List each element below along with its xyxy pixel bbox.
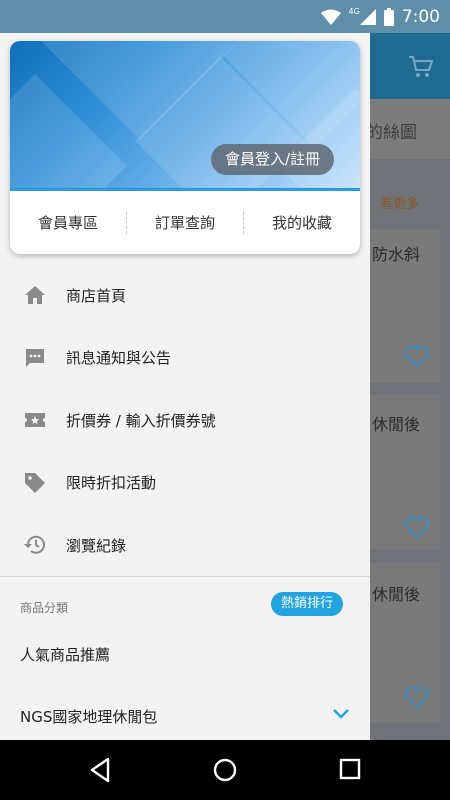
background-app: 的絲圖 看更多 防水斜 休閒後 休閒後	[370, 33, 450, 740]
login-register-button[interactable]: 會員登入/註冊	[210, 144, 334, 175]
menu-item-flash-sale[interactable]: 限時折扣活動	[0, 452, 370, 515]
menu-item-label: 瀏覽紀錄	[66, 536, 127, 555]
recents-icon[interactable]	[339, 757, 361, 781]
category-item-popular[interactable]: 人氣商品推薦	[20, 644, 110, 665]
order-query-link[interactable]: 訂單查詢	[127, 212, 243, 233]
system-nav-bar	[0, 740, 450, 800]
signal-icon	[359, 8, 376, 25]
message-icon	[22, 345, 48, 371]
network-type: 4G	[348, 7, 360, 16]
status-time: 7:00	[401, 6, 440, 27]
menu-item-browse-history[interactable]: 瀏覽紀錄	[0, 514, 370, 577]
divider	[0, 576, 370, 577]
category-item-ngs[interactable]: NGS國家地理休閒包	[20, 706, 157, 727]
menu-item-coupons[interactable]: 折價券 / 輸入折價券號	[0, 389, 370, 452]
background-app-bar	[370, 33, 450, 99]
history-icon	[22, 532, 48, 558]
navigation-drawer: 會員登入/註冊 會員專區 訂單查詢 我的收藏 商店首頁 訊息通知與公告 折價券 …	[0, 33, 370, 740]
chevron-down-icon[interactable]	[332, 708, 350, 720]
heart-icon	[404, 686, 430, 709]
battery-icon	[383, 7, 394, 26]
quick-links: 會員專區 訂單查詢 我的收藏	[10, 191, 360, 254]
heart-icon	[404, 345, 430, 368]
drawer-menu: 商店首頁 訊息通知與公告 折價券 / 輸入折價券號 限時折扣活動 瀏覽紀錄	[0, 264, 370, 577]
status-icons: 4G 7:00	[320, 0, 440, 33]
menu-item-store-home[interactable]: 商店首頁	[0, 264, 370, 327]
background-more-link: 看更多	[380, 197, 420, 212]
favorites-link[interactable]: 我的收藏	[244, 212, 360, 233]
wifi-icon	[320, 9, 341, 25]
background-tab-text: 的絲圖	[370, 123, 417, 143]
member-area-link[interactable]: 會員專區	[10, 212, 126, 233]
menu-item-notifications[interactable]: 訊息通知與公告	[0, 327, 370, 390]
menu-item-label: 限時折扣活動	[66, 474, 157, 493]
background-card-title: 防水斜	[372, 245, 421, 264]
tag-icon	[22, 470, 48, 496]
heart-icon	[404, 516, 430, 539]
category-section-header: 商品分類	[20, 601, 69, 615]
header-banner: 會員登入/註冊	[10, 41, 360, 191]
menu-item-label: 折價券 / 輸入折價券號	[66, 411, 216, 430]
background-card-title: 休閒後	[372, 415, 421, 434]
home-circle-icon[interactable]	[212, 757, 238, 783]
hot-ranking-button[interactable]: 熱銷排行	[271, 592, 344, 616]
back-icon[interactable]	[88, 757, 112, 783]
background-card-title: 休閒後	[372, 585, 421, 604]
menu-item-label: 商店首頁	[66, 286, 127, 305]
home-icon	[22, 282, 48, 308]
menu-item-label: 訊息通知與公告	[66, 349, 172, 368]
coupon-icon	[22, 407, 48, 433]
status-bar: 4G 7:00	[0, 0, 450, 33]
cart-icon	[409, 56, 434, 77]
drawer-header-card: 會員登入/註冊 會員專區 訂單查詢 我的收藏	[10, 41, 360, 254]
